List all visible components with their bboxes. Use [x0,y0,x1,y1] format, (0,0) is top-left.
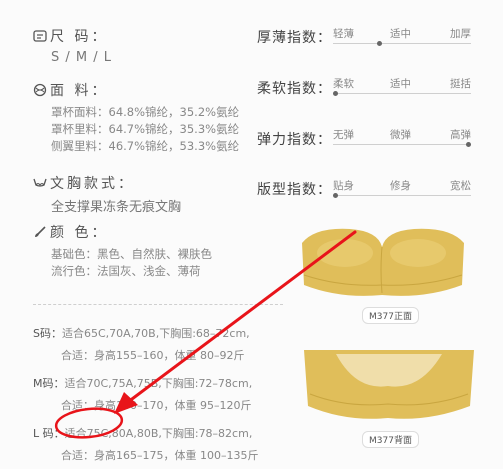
color-section: 颜 色： 基础色：黑色、自然肤、裸肤色 流行色：法国灰、浅金、薄荷 [33,222,212,280]
style-title: 文胸款式： [50,176,135,192]
size-key: M码： [33,377,65,390]
scale-track [333,93,471,94]
scale-mid: 微弹 [390,129,411,141]
scale-track [333,195,471,196]
yarn-icon [33,83,47,97]
size-row-l-detail: 合适：身高165–175，体重 100–135斤 [61,449,259,462]
scale-low: 贴身 [333,180,354,192]
scale-marker [333,193,338,198]
size-row-s: S码：适合65C,70A,70B,下胸围:68–72cm, [33,327,250,340]
size-row-m-detail: 合适：身高160–170，体重 95–120斤 [61,399,252,412]
bra-icon [33,178,47,187]
scale-track [333,144,471,145]
size-value: S / M / L [51,50,112,65]
scale-high: 高弹 [450,129,471,141]
scale-low: 轻薄 [333,28,354,40]
material-line: 罩杯面料：64.8%锦纶，35.2%氨纶 [51,105,240,119]
scale-mid: 适中 [390,78,411,90]
index-label: 弹力指数： [257,132,332,148]
size-row-s-detail: 合适：身高155–160，体重 80–92斤 [61,349,245,362]
color-line: 基础色：黑色、自然肤、裸肤色 [51,247,212,261]
bra-front-image [302,228,464,296]
scale-mid: 适中 [390,28,411,40]
index-thickness: 厚薄指数： [257,27,332,47]
size-row-m: M码：适合70C,75A,75B,下胸围:72–78cm, [33,377,253,390]
brush-icon [35,226,46,237]
bra-back-image [304,350,474,419]
index-label: 版型指数： [257,182,332,198]
scale-mid: 修身 [390,180,411,192]
scale-high: 宽松 [450,180,471,192]
size-title: 尺 码： [50,29,109,45]
style-section: 文胸款式： 全支撑果冻条无痕文胸 [33,173,181,215]
style-value: 全支撑果冻条无痕文胸 [51,200,182,215]
scale-marker [376,41,382,46]
front-caption: M377正面 [362,307,419,324]
material-section: 面 料： 罩杯面料：64.8%锦纶，35.2%氨纶 罩杯里料：64.7%锦纶，3… [33,80,239,155]
scale-marker [333,91,338,96]
material-title: 面 料： [50,83,109,99]
back-caption: M377背面 [362,431,419,448]
size-row-l: L 码：适合75C,80A,80B,下胸围:78–82cm, [33,427,253,440]
material-line: 侧翼里料：46.7%锦纶，53.3%氨纶 [51,139,240,153]
index-label: 厚薄指数： [257,30,332,46]
size-chart: S码：适合65C,70A,70B,下胸围:68–72cm, 合适：身高155–1… [33,325,258,463]
index-softness: 柔软指数： [257,78,332,98]
scale-low: 无弹 [333,129,354,141]
scale-low: 柔软 [333,78,354,90]
scale-marker [466,142,471,147]
document-icon [33,30,47,42]
size-section: 尺 码： S / M / L [33,26,112,65]
material-line: 罩杯里料：64.7%锦纶，35.3%氨纶 [51,122,240,136]
index-fit: 版型指数： [257,179,332,199]
section-divider [33,304,283,305]
index-label: 柔软指数： [257,81,332,97]
size-key: L 码： [33,427,65,440]
color-title: 颜 色： [50,225,109,241]
index-elasticity: 弹力指数： [257,129,332,149]
size-key: S码： [33,327,62,340]
scale-high: 挺括 [450,78,471,90]
scale-track [333,43,471,44]
color-line: 流行色：法国灰、浅金、薄荷 [51,264,201,278]
scale-high: 加厚 [450,28,471,40]
